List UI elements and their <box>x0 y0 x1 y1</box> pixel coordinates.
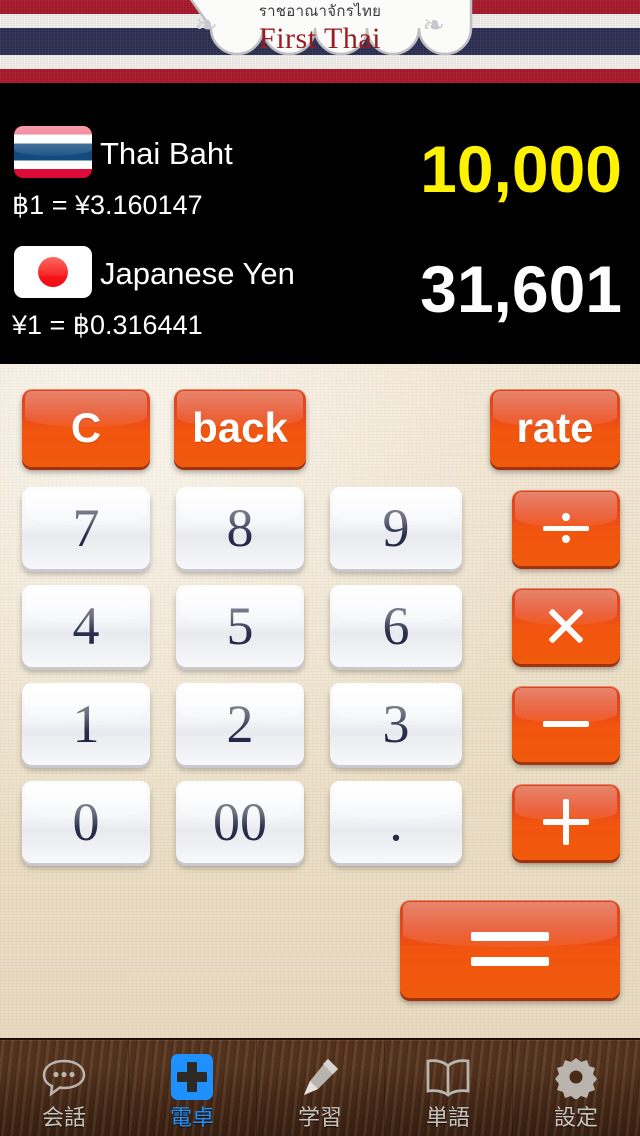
calculator-keypad: C back rate 7 8 9 4 5 6 1 2 3 0 00 . <box>0 364 640 1038</box>
tab-label-settings: 設定 <box>553 1106 598 1131</box>
source-amount: 10,000 <box>420 132 622 206</box>
key-4[interactable]: 4 <box>22 585 150 667</box>
key-8[interactable]: 8 <box>176 487 304 569</box>
app-root: ราชอาณาจักรไทย First Thai ❧ ❧ Thai Baht … <box>0 0 640 1136</box>
source-currency-rate: ฿1 = ¥3.160147 <box>12 190 203 220</box>
key-decimal-point[interactable]: . <box>330 781 462 863</box>
target-amount: 31,601 <box>420 252 622 326</box>
tab-calculator[interactable]: 電卓 <box>128 1040 256 1136</box>
tab-label-calculator: 電卓 <box>169 1106 214 1131</box>
source-currency-name: Thai Baht <box>100 136 233 171</box>
minus-icon <box>543 721 589 727</box>
key-9[interactable]: 9 <box>330 487 462 569</box>
multiply-button[interactable] <box>512 588 620 664</box>
flourish-left-icon: ❧ <box>195 10 218 41</box>
divide-icon <box>543 513 589 543</box>
book-icon <box>424 1052 472 1102</box>
app-header: ราชอาณาจักรไทย First Thai ❧ ❧ <box>0 0 640 98</box>
key-double-zero[interactable]: 00 <box>176 781 304 863</box>
key-0[interactable]: 0 <box>22 781 150 863</box>
flourish-right-icon: ❧ <box>422 10 445 41</box>
tab-label-conversation: 会話 <box>41 1106 86 1131</box>
pen-icon <box>298 1052 342 1102</box>
tab-label-vocabulary: 単語 <box>425 1106 470 1131</box>
tab-vocabulary[interactable]: 単語 <box>384 1040 512 1136</box>
gear-icon <box>554 1052 598 1102</box>
conversion-display: Thai Baht ฿1 = ¥3.160147 10,000 Japanese… <box>0 98 640 364</box>
rate-button[interactable]: rate <box>490 389 620 467</box>
japan-flag-icon <box>14 246 92 298</box>
key-6[interactable]: 6 <box>330 585 462 667</box>
backspace-button[interactable]: back <box>174 389 306 467</box>
calculator-icon <box>171 1052 213 1102</box>
clear-button[interactable]: C <box>22 389 150 467</box>
multiply-icon <box>544 604 588 648</box>
plus-button[interactable] <box>512 784 620 860</box>
app-logo-badge: ราชอาณาจักรไทย First Thai ❧ ❧ <box>161 0 479 98</box>
equals-icon <box>471 932 549 966</box>
thai-flag-icon <box>14 126 92 178</box>
plus-icon <box>543 799 589 845</box>
tab-conversation[interactable]: 会話 <box>0 1040 128 1136</box>
speech-bubble-icon <box>41 1052 87 1102</box>
bottom-tab-bar: 会話 電卓 学習 単語 設定 <box>0 1038 640 1136</box>
key-3[interactable]: 3 <box>330 683 462 765</box>
equals-button[interactable] <box>400 900 620 998</box>
key-1[interactable]: 1 <box>22 683 150 765</box>
key-5[interactable]: 5 <box>176 585 304 667</box>
divide-button[interactable] <box>512 490 620 566</box>
minus-button[interactable] <box>512 686 620 762</box>
tab-label-study: 学習 <box>297 1106 342 1131</box>
target-currency-rate: ¥1 = ฿0.316441 <box>12 310 203 340</box>
target-currency-name: Japanese Yen <box>100 256 295 291</box>
tab-settings[interactable]: 設定 <box>512 1040 640 1136</box>
key-2[interactable]: 2 <box>176 683 304 765</box>
tab-study[interactable]: 学習 <box>256 1040 384 1136</box>
key-7[interactable]: 7 <box>22 487 150 569</box>
